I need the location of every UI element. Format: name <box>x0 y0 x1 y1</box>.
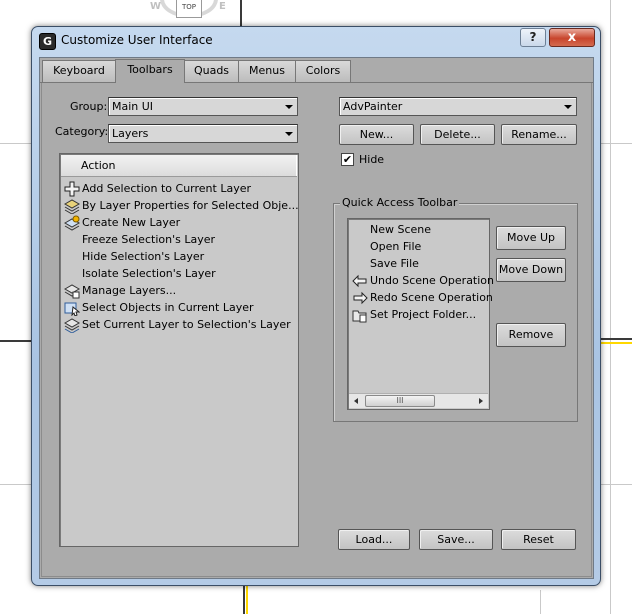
list-item-label: Redo Scene Operation <box>370 291 493 304</box>
redo-icon <box>352 290 368 306</box>
chevron-down-icon <box>285 132 293 136</box>
quick-access-list[interactable]: New Scene Open File Save File Undo Scene… <box>347 218 494 410</box>
tab-toolbars[interactable]: Toolbars <box>115 59 185 83</box>
list-item-label: Freeze Selection's Layer <box>82 233 215 246</box>
remove-button[interactable]: Remove <box>496 323 566 347</box>
set-current-layer-icon <box>63 317 81 334</box>
viewport-border <box>243 586 245 614</box>
list-item-label: Undo Scene Operation <box>370 274 495 287</box>
list-item-label: Set Current Layer to Selection's Layer <box>82 318 291 331</box>
viewport-border <box>601 338 632 340</box>
chevron-down-icon <box>285 105 293 109</box>
action-column-header[interactable]: Action <box>61 155 297 177</box>
dialog-client-area: Keyboard Toolbars Quads Menus Colors Gro… <box>39 57 594 579</box>
scroll-right-icon[interactable] <box>479 398 483 404</box>
toolbar-dropdown[interactable]: AdvPainter <box>339 97 577 116</box>
quick-access-title: Quick Access Toolbar <box>340 196 460 209</box>
list-item-label: Create New Layer <box>82 216 181 229</box>
header-divider <box>296 155 297 176</box>
toolbar-dropdown-value: AdvPainter <box>343 100 403 113</box>
group-dropdown[interactable]: Main UI <box>108 97 298 116</box>
layer-properties-icon <box>63 198 81 215</box>
scroll-left-icon[interactable] <box>354 398 358 404</box>
customize-ui-dialog: G Customize User Interface ? x Keyboard … <box>31 26 601 586</box>
action-list[interactable]: Action Add Selection to Current Layer By… <box>59 153 299 547</box>
list-item-label: Select Objects in Current Layer <box>82 301 254 314</box>
list-item-label: Set Project Folder... <box>370 308 477 321</box>
list-item-label: Add Selection to Current Layer <box>82 182 252 195</box>
tab-keyboard[interactable]: Keyboard <box>42 60 116 82</box>
new-layer-icon <box>63 215 81 231</box>
action-header-label: Action <box>81 159 116 172</box>
viewport-border <box>0 340 31 342</box>
horizontal-scrollbar[interactable]: III <box>349 393 488 408</box>
list-item-label: Manage Layers... <box>82 284 177 297</box>
tab-menus[interactable]: Menus <box>238 60 296 82</box>
active-viewport-border <box>601 342 632 344</box>
category-dropdown-value: Layers <box>112 127 149 140</box>
compass-east-label: E <box>219 1 226 12</box>
new-toolbar-button[interactable]: New... <box>339 124 414 145</box>
grid-line <box>610 0 611 614</box>
list-item-label: Isolate Selection's Layer <box>82 267 216 280</box>
category-dropdown[interactable]: Layers <box>108 124 298 143</box>
move-up-button[interactable]: Move Up <box>496 226 566 250</box>
title-bar[interactable]: G Customize User Interface ? x <box>32 27 600 55</box>
toolbars-panel: Group: Main UI Category: Layers Action A… <box>41 83 592 577</box>
grid-line <box>540 590 541 614</box>
move-down-button[interactable]: Move Down <box>496 258 566 282</box>
delete-toolbar-button[interactable]: Delete... <box>420 124 495 145</box>
active-viewport-border <box>246 586 248 614</box>
list-item-label: Hide Selection's Layer <box>82 250 205 263</box>
help-button[interactable]: ? <box>520 28 546 47</box>
load-button[interactable]: Load... <box>338 529 410 550</box>
rename-toolbar-button[interactable]: Rename... <box>501 124 577 145</box>
viewcube[interactable]: W TOP E <box>150 0 230 18</box>
list-item-label: New Scene <box>370 223 432 236</box>
viewport-border <box>240 0 242 28</box>
tab-quads[interactable]: Quads <box>184 60 239 82</box>
chevron-down-icon <box>564 105 572 109</box>
compass-west-label: W <box>150 1 162 12</box>
category-label: Category: <box>55 125 109 138</box>
close-button[interactable]: x <box>549 28 595 47</box>
list-item-label: By Layer Properties for Selected Obje... <box>82 199 299 212</box>
tab-colors[interactable]: Colors <box>295 60 351 82</box>
reset-button[interactable]: Reset <box>501 529 576 550</box>
group-dropdown-value: Main UI <box>112 100 154 113</box>
list-item-label: Open File <box>370 240 422 253</box>
group-label: Group: <box>70 100 108 113</box>
hide-label: Hide <box>359 153 385 166</box>
list-item-label: Save File <box>370 257 419 270</box>
app-logo-icon: G <box>39 33 56 50</box>
scrollbar-thumb[interactable]: III <box>365 395 435 407</box>
quick-access-groupbox: Quick Access Toolbar New Scene Open File… <box>333 196 578 422</box>
plus-layer-icon <box>64 181 80 197</box>
hide-checkbox[interactable]: ✔ <box>341 153 354 166</box>
save-button[interactable]: Save... <box>419 529 493 550</box>
viewcube-face[interactable]: TOP <box>176 0 202 18</box>
manage-layers-icon <box>63 283 81 299</box>
project-folder-icon <box>352 307 368 323</box>
window-title: Customize User Interface <box>61 33 213 47</box>
select-objects-icon <box>64 300 81 317</box>
undo-icon <box>352 273 368 289</box>
